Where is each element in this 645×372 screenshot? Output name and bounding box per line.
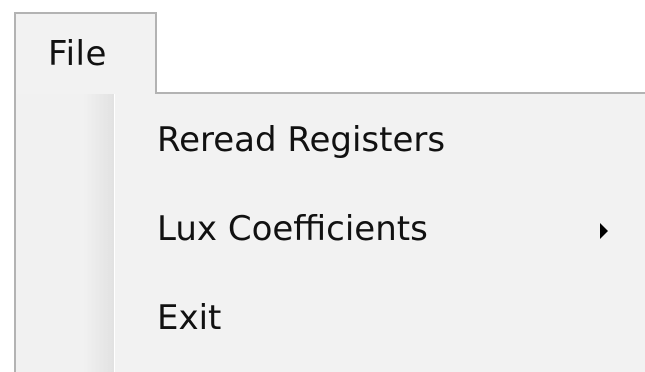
menu-item-lux-coefficients[interactable]: Lux Coefficients — [16, 183, 645, 271]
menu-item-label: Lux Coefficients — [157, 209, 428, 249]
menu-item-label: Reread Registers — [157, 120, 446, 160]
file-dropdown-menu: Reread Registers Lux Coefficients Exit — [14, 92, 645, 372]
menu-item-exit[interactable]: Exit — [16, 272, 645, 360]
chevron-right-icon — [600, 223, 608, 239]
menu-file[interactable]: File — [14, 12, 157, 94]
menu-item-label: Exit — [157, 298, 222, 338]
menu-file-label: File — [48, 34, 107, 74]
menu-bar: File — [0, 0, 645, 94]
menu-item-reread-registers[interactable]: Reread Registers — [16, 94, 645, 182]
